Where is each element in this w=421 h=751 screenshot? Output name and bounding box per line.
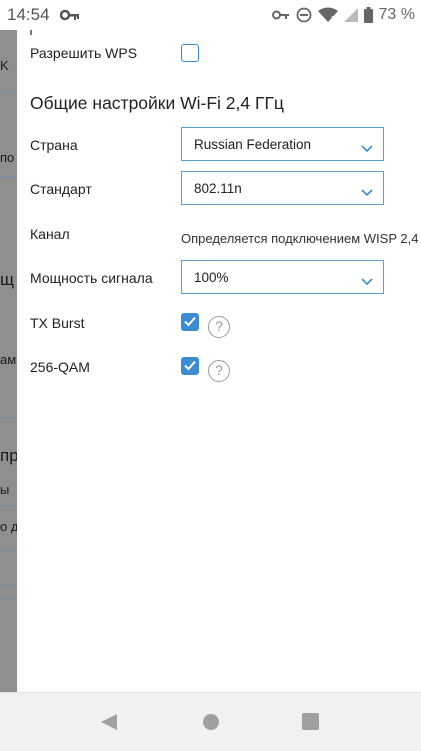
country-label: Страна xyxy=(30,137,78,153)
power-label: Мощность сигнала xyxy=(30,270,153,286)
home-icon[interactable] xyxy=(202,713,220,736)
background-divider xyxy=(0,585,17,586)
scroll-remnant xyxy=(30,30,32,35)
status-icons: ? 73 % xyxy=(271,5,415,25)
status-time: 14:54 xyxy=(7,5,50,24)
country-value: Russian Federation xyxy=(194,137,312,152)
recents-icon[interactable] xyxy=(302,713,319,735)
battery-percent: 73 % xyxy=(378,6,415,23)
background-divider xyxy=(0,506,17,507)
background-divider xyxy=(0,598,17,599)
standard-label: Стандарт xyxy=(30,181,92,197)
wifi-settings-panel: Разрешить WPS Общие настройки Wi-Fi 2,4 … xyxy=(17,30,421,692)
navigation-bar xyxy=(0,692,421,751)
chevron-down-icon xyxy=(361,184,373,202)
wps-label: Разрешить WPS xyxy=(30,45,138,61)
section-title: Общие настройки Wi-Fi 2,4 ГГц xyxy=(30,93,284,113)
signal-icon xyxy=(343,7,358,23)
qam-label: 256-QAM xyxy=(30,359,90,375)
back-icon[interactable] xyxy=(100,713,118,736)
channel-label: Канал xyxy=(30,226,70,242)
background-fragment: по xyxy=(0,150,15,165)
background-fragment: ам xyxy=(0,352,17,367)
svg-text:?: ? xyxy=(331,15,335,23)
background-fragment: ы xyxy=(0,482,10,497)
chevron-down-icon xyxy=(361,140,373,158)
battery-icon xyxy=(363,7,373,23)
background-divider xyxy=(0,418,17,419)
wifi-icon: ? xyxy=(317,7,338,23)
background-divider xyxy=(0,176,17,177)
chevron-down-icon xyxy=(361,273,373,291)
qam-checkbox[interactable] xyxy=(181,357,199,375)
background-fragment: о д xyxy=(0,519,17,534)
status-bar: 14:54 ? 73 % xyxy=(0,0,421,30)
background-fragment: щ xyxy=(0,270,14,289)
background-divider xyxy=(0,550,17,551)
txburst-checkbox[interactable] xyxy=(181,313,199,331)
country-select[interactable]: Russian Federation xyxy=(181,127,384,161)
help-icon[interactable]: ? xyxy=(208,316,230,338)
key-icon xyxy=(59,8,80,26)
background-page[interactable]: K по щ ам пр ы о д xyxy=(0,30,17,692)
channel-value: Определяется подключением WISP 2,4 ГГ xyxy=(181,231,421,246)
power-select[interactable]: 100% xyxy=(181,260,384,294)
standard-select[interactable]: 802.11n xyxy=(181,171,384,205)
power-value: 100% xyxy=(194,270,229,285)
background-fragment: пр xyxy=(0,446,17,465)
do-not-disturb-icon xyxy=(296,7,312,23)
txburst-label: TX Burst xyxy=(30,315,85,331)
help-icon[interactable]: ? xyxy=(208,360,230,382)
standard-value: 802.11n xyxy=(194,181,242,196)
background-fragment: K xyxy=(0,58,9,73)
vpn-key-icon xyxy=(271,9,290,21)
wps-checkbox[interactable] xyxy=(181,44,199,62)
background-divider xyxy=(0,92,17,93)
